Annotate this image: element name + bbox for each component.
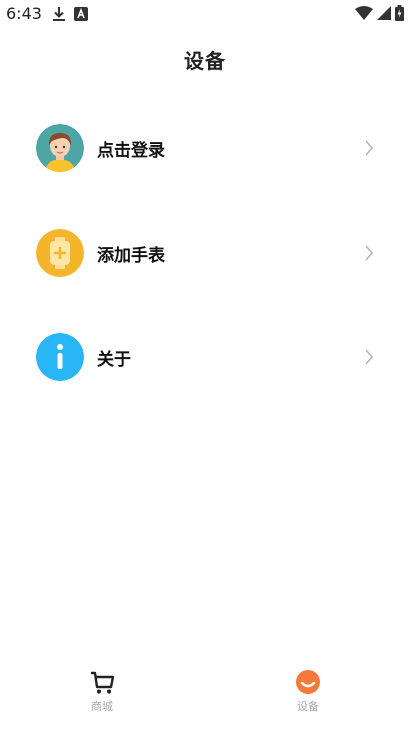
tab-shop[interactable]: 商城 <box>62 668 142 724</box>
bottom-nav: 商城 设备 <box>0 668 410 730</box>
device-icon <box>296 670 320 694</box>
menu-item-label: 关于 <box>97 349 131 370</box>
wifi-icon <box>355 6 373 20</box>
status-left-icons <box>52 6 88 22</box>
menu-item-label: 点击登录 <box>97 140 165 161</box>
a-app-icon <box>74 7 88 21</box>
chevron-right-icon <box>365 349 374 365</box>
menu-item-login[interactable]: 点击登录 <box>0 118 410 178</box>
status-right-icons <box>355 5 404 21</box>
menu-item-about[interactable]: 关于 <box>0 327 410 387</box>
page-title: 设备 <box>184 49 226 73</box>
status-time: 6:43 <box>6 4 42 23</box>
app-screen: 6:43 设备 点击登录 添加手表 关于 商城 设备 <box>0 0 410 730</box>
tab-label: 商城 <box>91 700 113 713</box>
menu-item-add-watch[interactable]: 添加手表 <box>0 223 410 283</box>
info-icon <box>36 333 84 381</box>
status-bar: 6:43 <box>0 0 410 28</box>
chevron-right-icon <box>365 140 374 156</box>
chevron-right-icon <box>365 245 374 261</box>
battery-icon <box>395 5 404 21</box>
download-icon <box>53 7 65 21</box>
cart-icon <box>91 671 115 694</box>
tab-device[interactable]: 设备 <box>268 668 348 724</box>
signal-icon <box>377 6 391 20</box>
avatar-icon <box>36 124 84 172</box>
menu-item-label: 添加手表 <box>97 245 165 266</box>
tab-label: 设备 <box>297 700 319 713</box>
add-watch-icon <box>36 229 84 277</box>
